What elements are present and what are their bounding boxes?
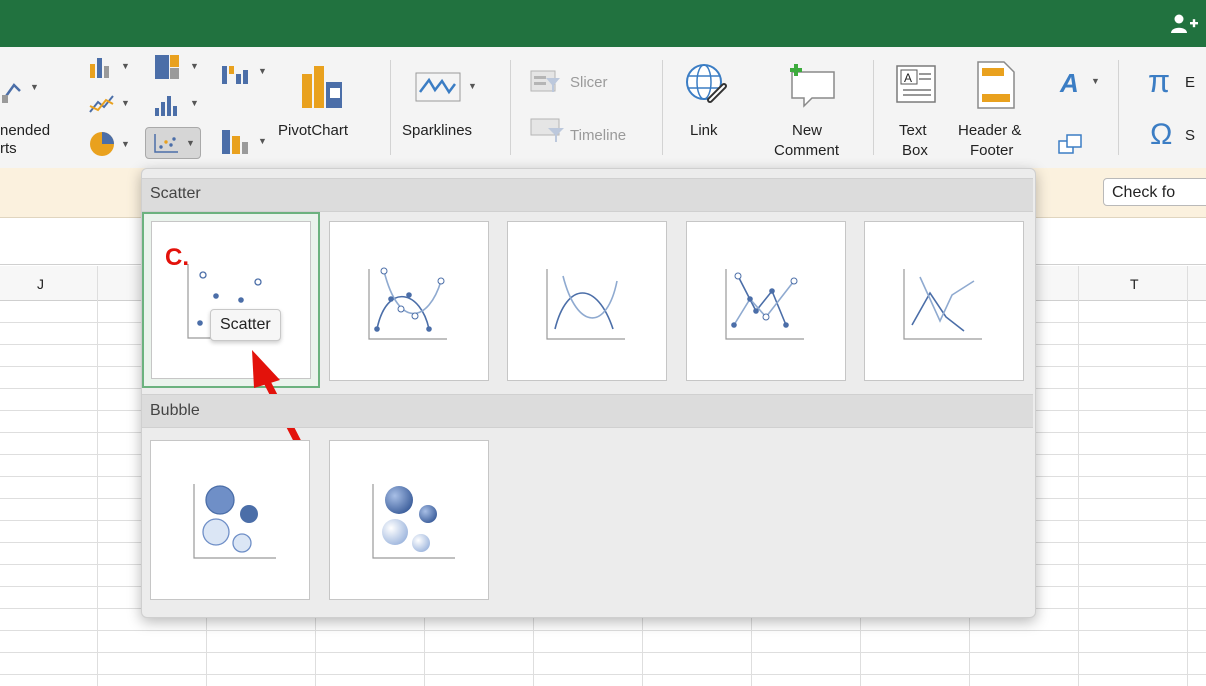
title-bar: [0, 0, 1206, 47]
scatter-smooth-markers-icon: [368, 267, 447, 340]
chevron-down-icon[interactable]: ▼: [121, 61, 130, 71]
ribbon-separator: [873, 60, 874, 155]
grid-line: [0, 674, 1206, 675]
chevron-down-icon[interactable]: ▼: [121, 139, 130, 149]
chevron-down-icon[interactable]: ▼: [30, 82, 39, 92]
combo-chart-icon[interactable]: [220, 126, 250, 158]
new-comment-icon[interactable]: [786, 62, 838, 110]
chevron-down-icon[interactable]: ▼: [1091, 76, 1100, 86]
chevron-down-icon[interactable]: ▼: [468, 81, 477, 91]
symbol-label[interactable]: S: [1185, 126, 1195, 145]
new-comment-label-1[interactable]: New: [792, 121, 822, 140]
bubble-3d-icon: [372, 484, 455, 559]
link-icon[interactable]: [684, 62, 730, 108]
waterfall-chart-icon[interactable]: [220, 62, 250, 90]
timeline-icon: [530, 118, 564, 142]
text-box-icon[interactable]: A: [895, 62, 939, 106]
link-label[interactable]: Link: [690, 121, 718, 140]
ribbon-separator: [1118, 60, 1119, 155]
column-header-t[interactable]: T: [1130, 276, 1139, 292]
symbol-icon[interactable]: Ω: [1150, 116, 1180, 148]
ribbon-separator: [510, 60, 511, 155]
bubble-section-title: Bubble: [150, 402, 200, 419]
header-footer-icon[interactable]: [976, 60, 1016, 110]
slicer-icon: [530, 70, 560, 92]
line-chart-icon[interactable]: [88, 92, 116, 116]
scatter-straight-lines-icon: [903, 269, 982, 340]
hierarchy-chart-icon[interactable]: [153, 53, 181, 81]
scatter-tooltip: Scatter: [210, 309, 281, 341]
pivotchart-label[interactable]: PivotChart: [278, 121, 348, 140]
statistic-chart-icon[interactable]: [153, 94, 181, 118]
header-footer-label-1[interactable]: Header &: [958, 121, 1021, 140]
svg-text:π: π: [1148, 64, 1170, 96]
scatter-chart-button[interactable]: ▼: [145, 127, 201, 159]
scatter-section-header: [142, 178, 1033, 212]
ribbon-separator: [390, 60, 391, 155]
scatter-section-title: Scatter: [150, 185, 201, 202]
annotation-label: C.: [165, 244, 189, 271]
bubble-section-header: [142, 394, 1033, 428]
grid-line: [0, 630, 1206, 631]
recommended-charts-label-2[interactable]: rts: [0, 139, 17, 158]
svg-text:A: A: [1059, 68, 1079, 96]
svg-text:A: A: [904, 71, 912, 85]
text-box-label-1[interactable]: Text: [899, 121, 927, 140]
chevron-down-icon[interactable]: ▼: [121, 98, 130, 108]
recommended-charts-icon[interactable]: [2, 75, 32, 105]
svg-text:Ω: Ω: [1150, 118, 1172, 148]
chevron-down-icon[interactable]: ▼: [190, 61, 199, 71]
column-chart-icon[interactable]: [88, 56, 114, 80]
grid-line: [0, 652, 1206, 653]
header-footer-label-2[interactable]: Footer: [970, 141, 1013, 160]
chevron-down-icon[interactable]: ▼: [258, 136, 267, 146]
scatter-smooth-lines-icon: [546, 269, 625, 340]
column-header-j[interactable]: J: [37, 276, 44, 292]
check-button[interactable]: Check fo: [1103, 178, 1206, 206]
sparklines-label[interactable]: Sparklines: [402, 121, 472, 140]
bubble-icon: [193, 484, 276, 559]
timeline-label: Timeline: [570, 127, 627, 144]
equation-label[interactable]: E: [1185, 73, 1195, 92]
equation-icon[interactable]: π: [1148, 64, 1178, 96]
scatter-chart-icon: [154, 134, 178, 153]
share-person-icon[interactable]: [1170, 12, 1198, 36]
object-icon[interactable]: [1057, 133, 1083, 155]
sparklines-icon[interactable]: [415, 72, 461, 102]
scatter-straight-markers-icon: [725, 269, 804, 340]
recommended-charts-label-1[interactable]: nended: [0, 121, 50, 140]
chevron-down-icon[interactable]: ▼: [258, 66, 267, 76]
pie-chart-icon[interactable]: [88, 130, 116, 158]
pivotchart-icon[interactable]: [298, 66, 346, 110]
slicer-label: Slicer: [570, 74, 608, 91]
ribbon-separator: [662, 60, 663, 155]
new-comment-label-2[interactable]: Comment: [774, 141, 839, 160]
chevron-down-icon[interactable]: ▼: [190, 98, 199, 108]
wordart-icon[interactable]: A: [1058, 68, 1086, 96]
text-box-label-2[interactable]: Box: [902, 141, 928, 160]
